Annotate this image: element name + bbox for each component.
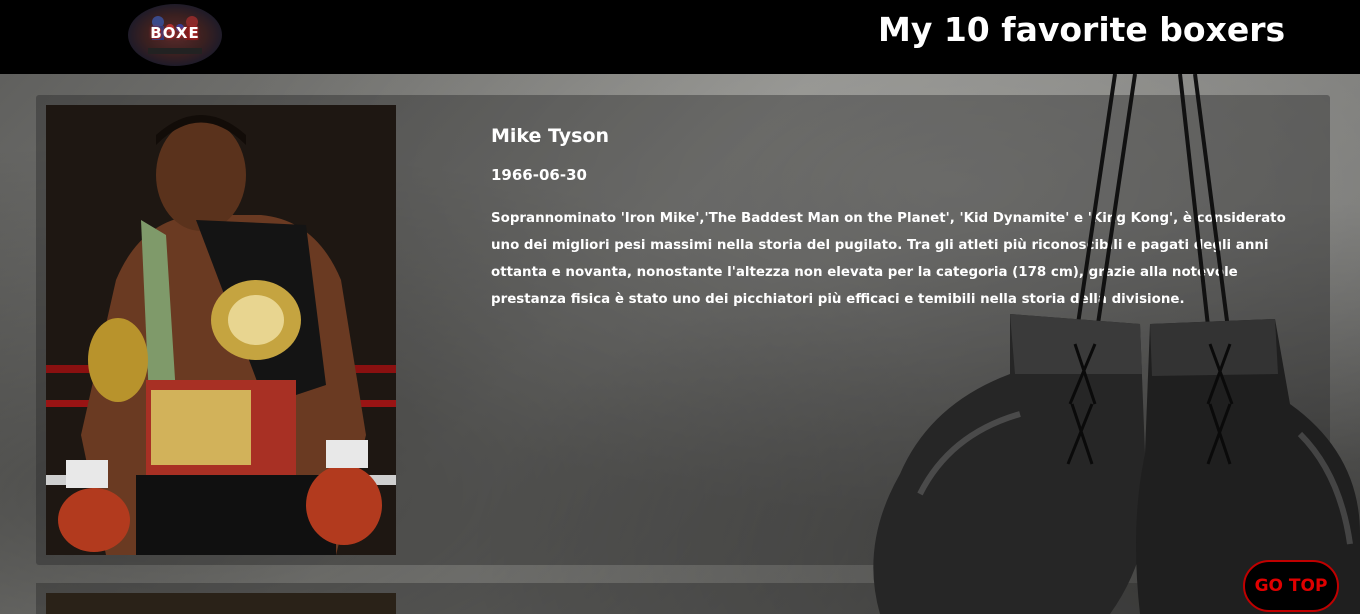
boxer-photo <box>46 105 396 555</box>
boxe-logo[interactable]: BOXE <box>128 4 222 66</box>
go-top-button[interactable]: GO TOP <box>1243 560 1339 612</box>
boxer-card: Mike Tyson 1966-06-30 Soprannominato 'Ir… <box>36 95 1330 565</box>
boxer-name: Mike Tyson <box>491 125 610 147</box>
site-header: BOXE My 10 favorite boxers <box>0 0 1360 74</box>
boxer-birth-date: 1966-06-30 <box>491 166 587 184</box>
boxer-portrait-image <box>46 105 396 555</box>
logo-text: BOXE <box>150 24 200 42</box>
boxer-photo <box>46 593 396 614</box>
boxer-card <box>36 583 1330 614</box>
boxer-description: Soprannominato 'Iron Mike','The Baddest … <box>491 211 1286 307</box>
page-title: My 10 favorite boxers <box>878 10 1286 49</box>
